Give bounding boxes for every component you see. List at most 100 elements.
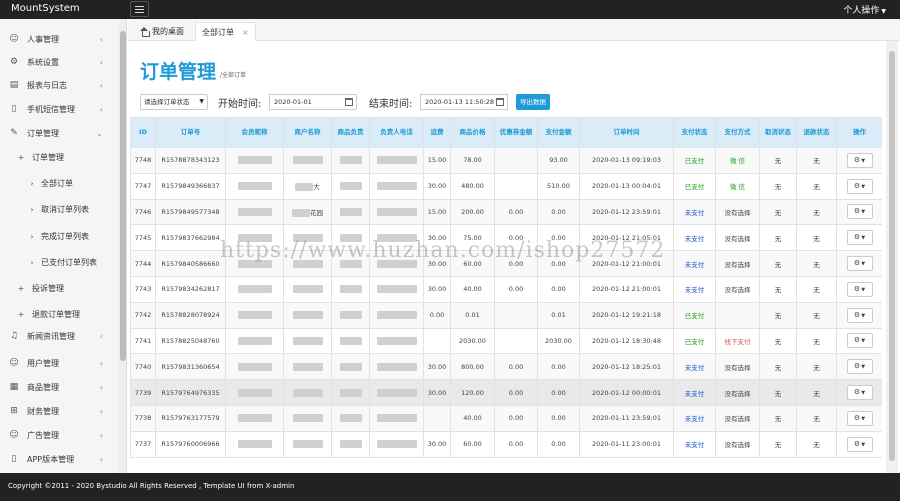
order-status-select[interactable]: 请选择订单状态 ▼	[140, 94, 208, 110]
column-header[interactable]: 取消状态	[759, 117, 797, 148]
row-action-button[interactable]: ⚙▼	[846, 385, 873, 401]
sidebar-item[interactable]: › 取消订单列表	[0, 198, 119, 220]
column-header[interactable]: 退款状态	[796, 117, 837, 148]
row-action-button[interactable]: ⚙▼	[846, 204, 873, 220]
sidebar-item[interactable]: ▯ APP版本管理 ‹	[0, 448, 119, 470]
chevron-right-icon: ›	[30, 178, 34, 188]
sidebar-item[interactable]: + 投诉管理	[0, 277, 119, 299]
table-cell: 0.00	[537, 379, 580, 406]
redacted-block	[339, 362, 362, 371]
row-action-button[interactable]: ⚙▼	[846, 178, 873, 194]
sidebar-item[interactable]: ▦ 商品管理 ‹	[0, 376, 119, 398]
column-header[interactable]: 商户名称	[283, 117, 332, 148]
sidebar-item-label: 投诉管理	[32, 283, 64, 293]
table-cell: 2030.00	[450, 327, 495, 355]
row-action-button[interactable]: ⚙▼	[846, 333, 873, 349]
start-time-input[interactable]: 2020-01-01	[269, 94, 357, 110]
column-header[interactable]: 运费	[423, 117, 451, 148]
sidebar-item[interactable]: ⚙ 系统设置 ‹	[0, 51, 119, 73]
sidebar-item[interactable]: + 订单管理	[0, 146, 119, 168]
sidebar-item[interactable]: › 完成订单列表	[0, 225, 119, 247]
table-cell: 没有选择	[715, 430, 760, 458]
table-cell	[283, 353, 332, 381]
table-row[interactable]: 7741 R1578825048760 2030.00 2030.00 2020-01-…	[130, 327, 882, 355]
sidebar-item[interactable]: ☺ 广告管理 ‹	[0, 424, 119, 446]
sidebar-item[interactable]: ▤ 报表与日志 ‹	[0, 74, 119, 96]
column-header[interactable]: ID	[130, 117, 156, 148]
sidebar-scrollbar[interactable]	[119, 19, 126, 473]
sidebar-scroll-thumb[interactable]	[120, 31, 126, 361]
sidebar-item[interactable]: ▯ 手机短信管理 ‹	[0, 98, 119, 120]
masked-cell	[225, 327, 284, 355]
row-action-button[interactable]: ⚙▼	[846, 256, 873, 272]
table-cell: 93.00	[537, 147, 580, 174]
gear-icon: ⚙	[853, 388, 861, 397]
sidebar-item[interactable]: ☺ 人事管理 ‹	[0, 28, 119, 50]
table-cell: R1579834262817	[155, 275, 226, 303]
export-data-button[interactable]: 导出数据	[516, 94, 550, 110]
table-row[interactable]: 7742 R1578828078924 0.00 0.01 0.01 2020-01-12…	[130, 301, 882, 329]
masked-cell	[369, 198, 424, 226]
sidebar-item[interactable]: ♫ 新闻资讯管理 ‹	[0, 325, 119, 347]
column-header[interactable]: 会员昵称	[225, 117, 284, 148]
table-row[interactable]: 7747 R1579849366837 大 30.00 480.00 510.00 2020…	[130, 172, 882, 200]
column-header[interactable]: 操作	[836, 117, 882, 148]
table-row[interactable]: 7748 R1578878343123 15.00 78.00 93.00 2020-01…	[130, 147, 882, 174]
column-header[interactable]: 支付方式	[715, 117, 760, 148]
content-scrollbar[interactable]	[886, 41, 898, 473]
action-cell: ⚙▼	[836, 275, 882, 303]
column-header[interactable]: 商品价格	[450, 117, 495, 148]
menu-toggle-button[interactable]	[130, 1, 149, 17]
sidebar-item[interactable]: › 全部订单	[0, 172, 119, 194]
column-header[interactable]: 订单时间	[579, 117, 674, 148]
row-action-button[interactable]: ⚙▼	[846, 152, 873, 168]
table-row[interactable]: 7737 R1579760006966 30.00 60.00 0.00 0.00 2020…	[130, 430, 882, 458]
table-cell: 510.00	[537, 172, 580, 200]
table-cell: 花园	[283, 198, 332, 226]
masked-cell	[331, 404, 370, 432]
table-row[interactable]: 7740 R1579831360654 30.00 800.00 0.00 0.00 202…	[130, 353, 882, 381]
shop-name: 大	[313, 183, 320, 192]
sidebar-item[interactable]: › 已支付订单列表	[0, 251, 119, 273]
sidebar-item[interactable]: + 退款订单管理	[0, 303, 119, 325]
row-action-button[interactable]: ⚙▼	[846, 281, 873, 297]
gear-icon: ⚙	[853, 284, 861, 293]
table-cell: 无	[796, 301, 837, 329]
row-action-button[interactable]: ⚙▼	[846, 436, 873, 452]
row-action-button[interactable]: ⚙▼	[846, 359, 873, 375]
calendar-icon[interactable]	[496, 98, 504, 106]
user-menu[interactable]: 个人操作 ▼	[843, 3, 886, 16]
sidebar-item[interactable]: ✎ 订单管理 ⌄	[0, 122, 119, 144]
row-action-button[interactable]: ⚙▼	[846, 307, 873, 323]
redacted-block	[292, 208, 310, 217]
sidebar-item[interactable]: ⊞ 财务管理 ‹	[0, 400, 119, 422]
column-header[interactable]: 订单号	[155, 117, 226, 148]
table-cell: 线下支付	[715, 327, 760, 355]
tab-all-orders[interactable]: 全部订单 ×	[195, 22, 256, 41]
column-header[interactable]: 优惠券金额	[494, 117, 538, 148]
table-row[interactable]: 7739 R1579764976335 30.00 120.00 0.00 0.00 202…	[130, 379, 882, 406]
column-header[interactable]: 支付金额	[537, 117, 580, 148]
sidebar-item[interactable]: ☺ 用户管理 ‹	[0, 352, 119, 374]
action-cell: ⚙▼	[836, 147, 882, 174]
sidebar-item-label: 报表与日志	[27, 80, 67, 90]
table-row[interactable]: 7738 R1579763177579 40.00 0.00 0.00 2020-01-1…	[130, 404, 882, 432]
row-action-button[interactable]: ⚙▼	[846, 230, 873, 246]
calendar-icon[interactable]	[345, 98, 353, 106]
row-action-button[interactable]: ⚙▼	[846, 410, 873, 426]
column-header[interactable]: 商品负责	[331, 117, 370, 148]
close-icon[interactable]: ×	[242, 28, 249, 37]
shop-name: 花园	[310, 208, 323, 217]
mobile-icon: ▯	[11, 104, 17, 114]
content-scroll-thumb[interactable]	[889, 51, 895, 461]
table-cell: 0.00	[537, 198, 580, 226]
column-header[interactable]: 支付状态	[673, 117, 716, 148]
table-row[interactable]: 7743 R1579834262817 30.00 40.00 0.00 0.00 2020…	[130, 275, 882, 303]
table-cell	[283, 147, 332, 174]
tab-home[interactable]: 我的桌面	[134, 22, 190, 41]
end-time-input[interactable]: 2020-01-13 11:50:28	[420, 94, 508, 110]
column-header[interactable]: 负责人电话	[369, 117, 424, 148]
table-row[interactable]: 7746 R1579849577348 花园 15.00 200.00 0.00 0.00 2…	[130, 198, 882, 226]
caret-down-icon: ▼	[861, 261, 866, 268]
masked-cell	[331, 198, 370, 226]
